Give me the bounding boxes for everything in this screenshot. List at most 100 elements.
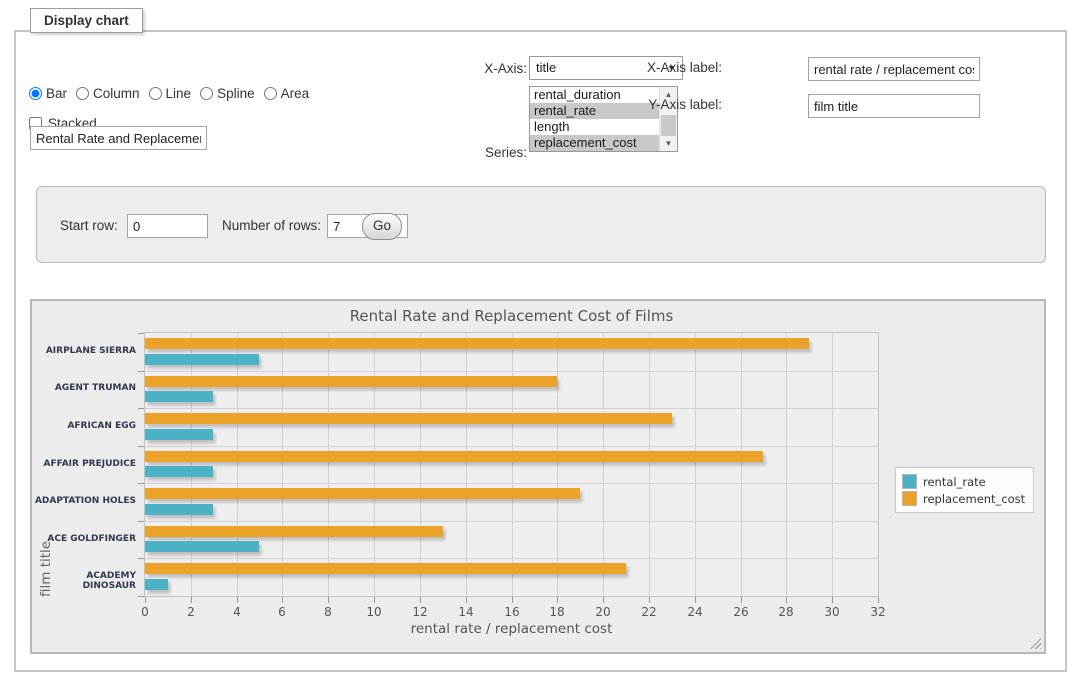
chart-type-radio-column[interactable] <box>76 87 89 100</box>
scroll-down-icon[interactable]: ▼ <box>660 136 677 151</box>
x-tick-mark <box>786 597 787 603</box>
legend-item-replacement_cost: replacement_cost <box>902 491 1025 506</box>
y-tick-mark <box>138 596 144 597</box>
x-axis-select-label: X-Axis: <box>396 61 527 76</box>
chart-type-radio-label: Bar <box>46 86 67 101</box>
gridline-horizontal <box>145 446 878 447</box>
gridline-vertical <box>328 333 329 596</box>
x-tick-label: 10 <box>354 605 394 619</box>
bar-rental_rate <box>145 541 259 552</box>
x-tick-mark <box>557 597 558 603</box>
x-axis-caption-label: X-Axis label: <box>640 60 722 75</box>
y-tick-mark <box>138 521 144 522</box>
chart-type-item-column: Column <box>76 86 140 101</box>
series-listbox[interactable]: rental_durationrental_ratelengthreplacem… <box>529 86 678 152</box>
chart-type-radio-group: Bar Column Line Spline Area <box>29 86 318 101</box>
x-tick-label: 16 <box>492 605 532 619</box>
x-tick-mark <box>603 597 604 603</box>
x-tick-label: 12 <box>400 605 440 619</box>
bar-rental_rate <box>145 504 213 515</box>
bar-replacement_cost <box>145 451 763 462</box>
chart-type-item-area: Area <box>264 86 310 101</box>
chart-type-item-line: Line <box>149 86 192 101</box>
gridline-horizontal <box>145 408 878 409</box>
x-axis-label-input[interactable] <box>808 57 980 81</box>
x-tick-label: 28 <box>766 605 806 619</box>
x-tick-label: 22 <box>629 605 669 619</box>
chart-type-radio-line[interactable] <box>149 87 162 100</box>
gridline-vertical <box>237 333 238 596</box>
gridline-horizontal <box>145 483 878 484</box>
x-tick-mark <box>512 597 513 603</box>
gridline-horizontal <box>145 558 878 559</box>
x-tick-label: 30 <box>812 605 852 619</box>
x-tick-mark <box>282 597 283 603</box>
x-tick-label: 0 <box>125 605 165 619</box>
x-tick-label: 14 <box>446 605 486 619</box>
category-label: ACE GOLDFINGER <box>32 534 136 544</box>
bar-replacement_cost <box>145 338 809 349</box>
chart-x-axis-title: rental rate / replacement cost <box>144 621 879 637</box>
x-tick-mark <box>191 597 192 603</box>
x-tick-label: 4 <box>217 605 257 619</box>
gridline-vertical <box>649 333 650 596</box>
x-tick-label: 2 <box>171 605 211 619</box>
chart-type-item-bar: Bar <box>29 86 67 101</box>
display-chart-fieldset: Display chart BarColumnLineSplineArea St… <box>14 30 1067 672</box>
y-tick-mark <box>138 333 144 334</box>
chart-legend: rental_rate replacement_cost <box>895 467 1034 513</box>
bar-replacement_cost <box>145 488 580 499</box>
chart-type-radio-spline[interactable] <box>200 87 213 100</box>
chart-type-radio-label: Spline <box>217 86 255 101</box>
gridline-vertical <box>786 333 787 596</box>
series-option-replacement_cost[interactable]: replacement_cost <box>530 135 660 151</box>
y-tick-mark <box>138 371 144 372</box>
x-tick-mark <box>695 597 696 603</box>
x-tick-label: 6 <box>262 605 302 619</box>
bar-rental_rate <box>145 579 168 590</box>
gridline-vertical <box>832 333 833 596</box>
gridline-horizontal <box>145 371 878 372</box>
gridline-horizontal <box>145 521 878 522</box>
legend-swatch-replacement_cost <box>902 491 917 506</box>
chart-title-input[interactable] <box>30 126 207 150</box>
gridline-vertical <box>603 333 604 596</box>
y-axis-caption-label: Y-Axis label: <box>640 97 722 112</box>
start-row-label: Start row: <box>60 218 130 233</box>
y-axis-label-input[interactable] <box>808 94 980 118</box>
series-option-length[interactable]: length <box>530 119 660 135</box>
gridline-vertical <box>557 333 558 596</box>
num-rows-label: Number of rows: <box>222 218 327 233</box>
y-tick-mark <box>138 558 144 559</box>
chart-type-radio-label: Column <box>93 86 140 101</box>
x-tick-mark <box>649 597 650 603</box>
x-tick-mark <box>878 597 879 603</box>
gridline-vertical <box>374 333 375 596</box>
legend-label: rental_rate <box>923 475 986 489</box>
legend-label: replacement_cost <box>923 492 1025 506</box>
category-label: ADAPTATION HOLES <box>32 496 136 506</box>
bar-replacement_cost <box>145 563 626 574</box>
start-row-input[interactable] <box>127 214 208 238</box>
gridline-vertical <box>420 333 421 596</box>
scrollbar-thumb[interactable] <box>661 115 676 137</box>
x-tick-label: 24 <box>675 605 715 619</box>
bar-replacement_cost <box>145 376 557 387</box>
bar-rental_rate <box>145 429 213 440</box>
x-tick-mark <box>466 597 467 603</box>
chart-type-radio-bar[interactable] <box>29 87 42 100</box>
category-label: AIRPLANE SIERRA <box>32 346 136 356</box>
go-button[interactable]: Go <box>362 213 402 240</box>
bar-rental_rate <box>145 354 259 365</box>
y-tick-mark <box>138 446 144 447</box>
chart-type-item-spline: Spline <box>200 86 255 101</box>
category-label: ACADEMY DINOSAUR <box>32 571 136 591</box>
resize-handle-icon[interactable] <box>1030 638 1041 649</box>
x-tick-label: 20 <box>583 605 623 619</box>
chart-type-radio-area[interactable] <box>264 87 277 100</box>
x-axis-selected-value: title <box>536 60 556 75</box>
chart-panel: Rental Rate and Replacement Cost of Film… <box>30 299 1046 654</box>
x-tick-label: 32 <box>858 605 898 619</box>
chart-type-radio-label: Area <box>281 86 310 101</box>
x-tick-mark <box>741 597 742 603</box>
